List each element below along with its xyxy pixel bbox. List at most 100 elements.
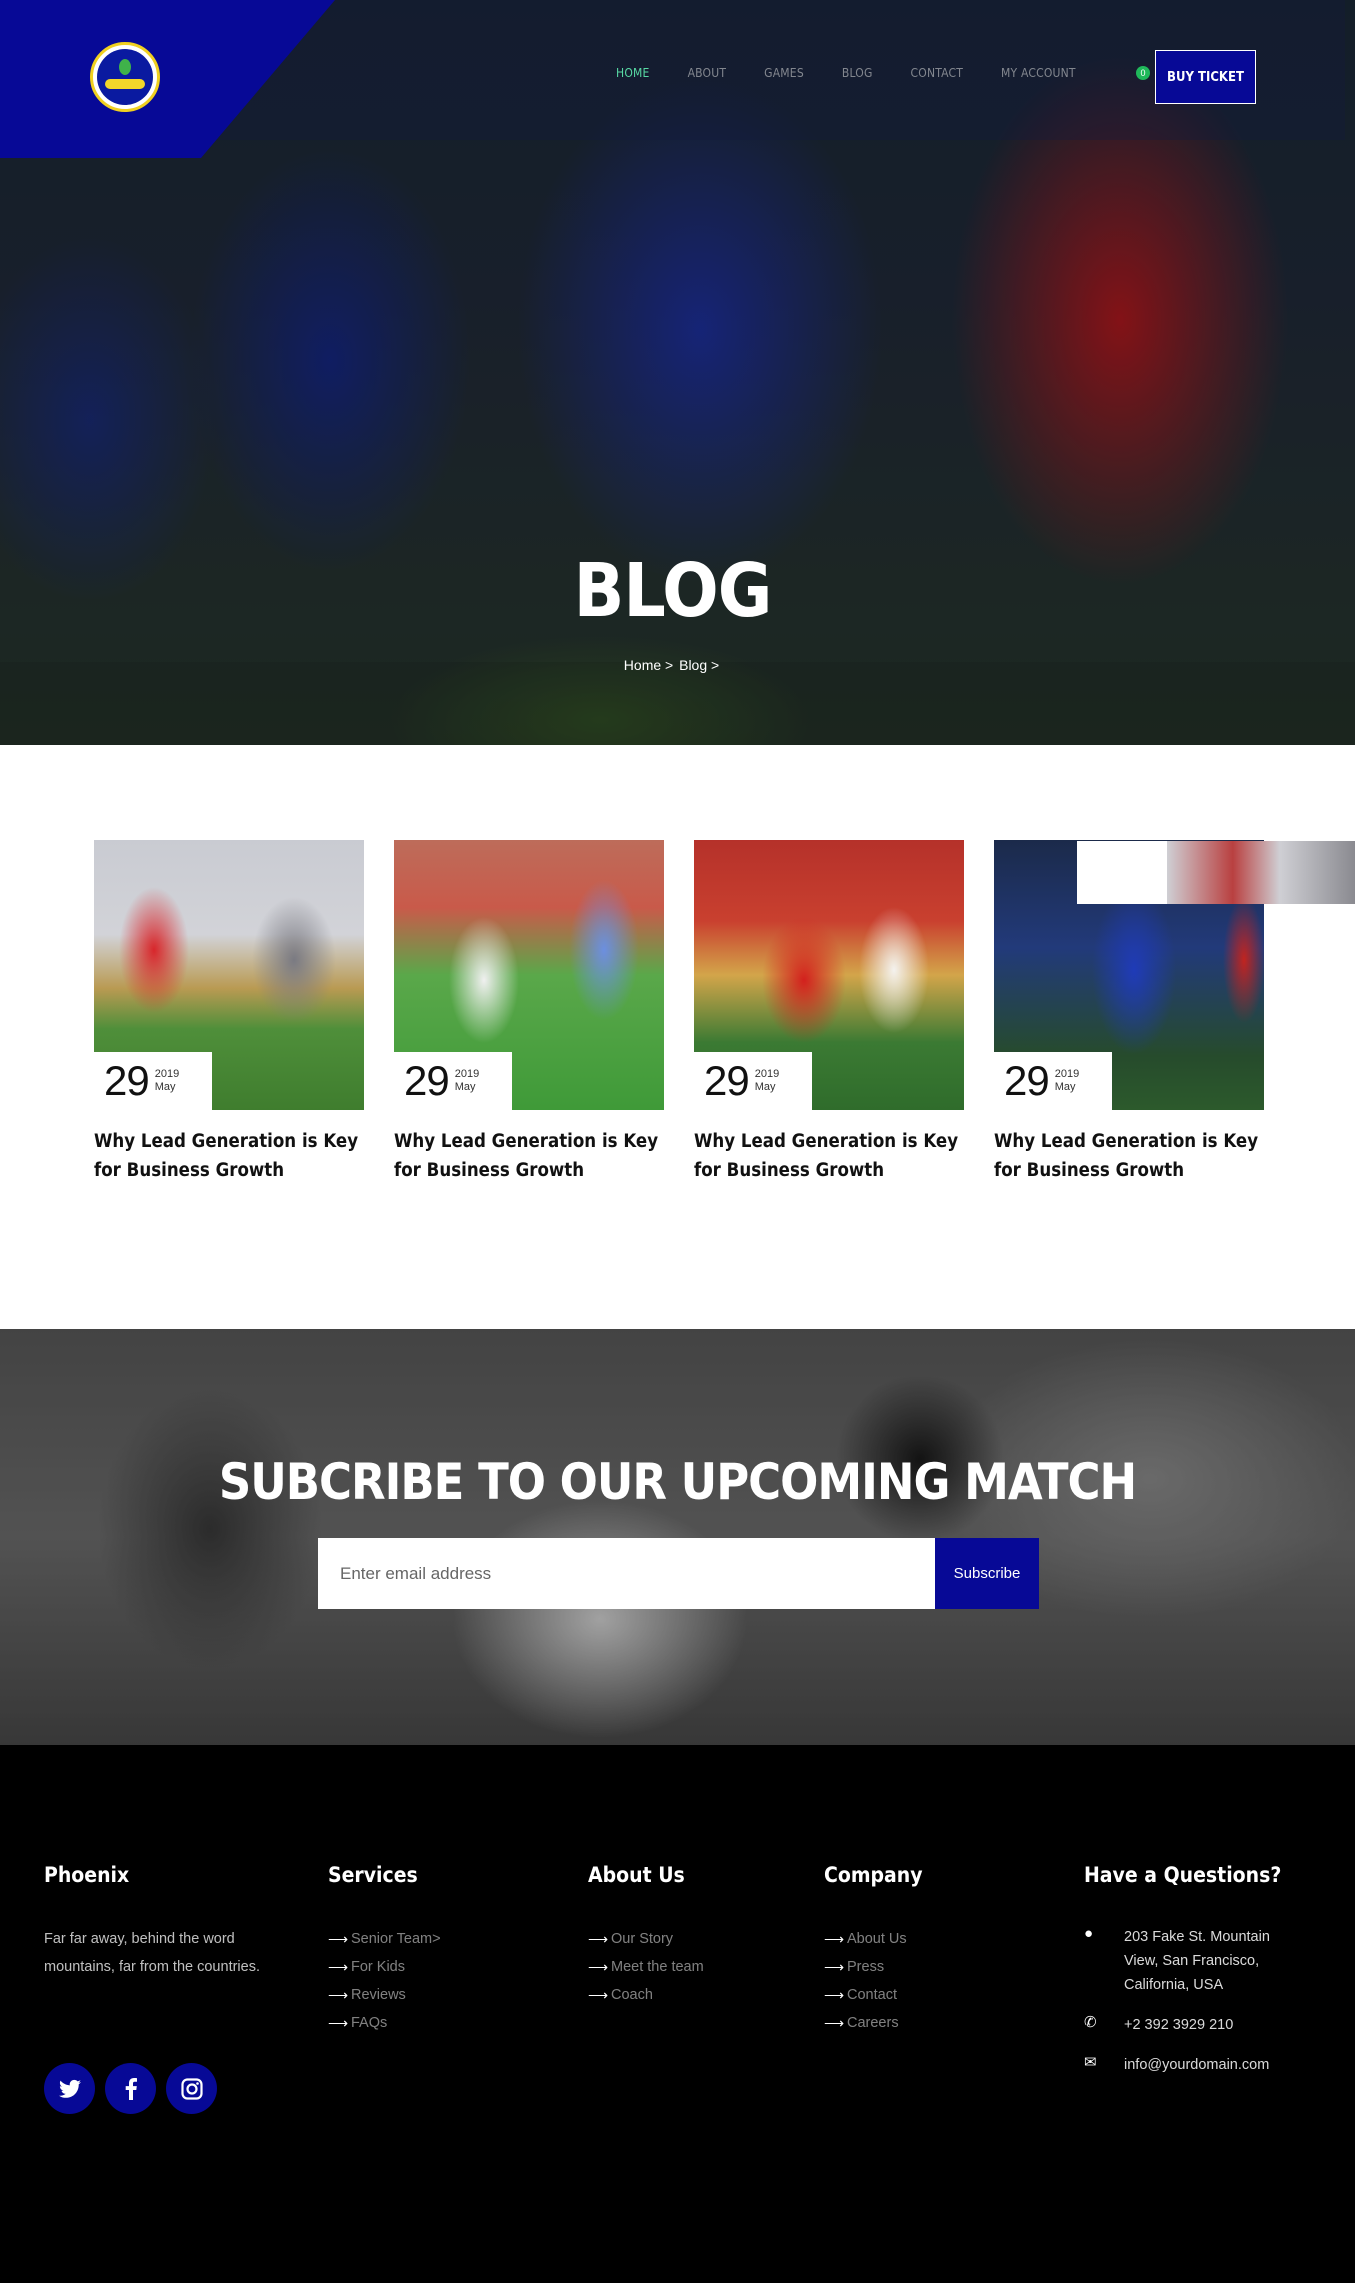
blog-card-image[interactable]: 29 2019 May — [694, 840, 964, 1110]
twitter-icon[interactable] — [44, 2063, 95, 2114]
email-text: info@yourdomain.com — [1124, 2057, 1270, 2073]
instagram-icon[interactable] — [166, 2063, 217, 2114]
logo-emblem — [97, 49, 153, 105]
footer-link-label: Reviews — [351, 1987, 406, 2003]
nav-home[interactable]: HOME — [616, 66, 650, 80]
phone-text: +2 392 3929 210 — [1124, 2017, 1234, 2033]
footer-link-label: Press — [847, 1959, 885, 1975]
hero-banner: HOME ABOUT GAMES BLOG CONTACT MY ACCOUNT… — [0, 0, 1355, 745]
footer-link-label: Coach — [611, 1987, 653, 2003]
contact-email[interactable]: ✉ info@yourdomain.com — [1084, 2053, 1294, 2077]
subscribe-button[interactable]: Subscribe — [935, 1538, 1039, 1609]
instagram-glyph — [180, 2077, 203, 2100]
footer-link-label: About Us — [847, 1931, 907, 1947]
footer-about-heading: About Us — [588, 1863, 685, 1887]
footer-company-column: Company ⟶ About Us ⟶ Press ⟶ Contact ⟶ Caree… — [824, 1863, 923, 2037]
footer-link-label: Contact — [847, 1987, 897, 2003]
footer-about-column: About Us ⟶ Our Story ⟶ Meet the team ⟶ Coac… — [588, 1863, 704, 2009]
nav-contact[interactable]: CONTACT — [911, 66, 963, 80]
footer-brand-description: Far far away, behind the word mountains,… — [44, 1931, 260, 1975]
date-year: 2019 — [154, 1067, 180, 1080]
blog-card-title[interactable]: Why Lead Generation is Key for Business … — [994, 1127, 1264, 1185]
breadcrumb-current: Blog > — [679, 657, 720, 673]
footer: Phoenix Far far away, behind the word mo… — [0, 1745, 1355, 2283]
subscribe-form: Subscribe — [318, 1538, 1039, 1609]
map-marker-icon: ● — [1084, 1925, 1094, 1942]
date-month: May — [154, 1081, 176, 1093]
date-day: 29 — [404, 1057, 450, 1104]
date-badge: 29 2019 May — [394, 1052, 512, 1110]
render-artifact — [1167, 841, 1355, 904]
hero-bottom-band — [0, 662, 1355, 745]
arrow-right-icon: ⟶ — [588, 1931, 609, 1947]
footer-company-heading: Company — [824, 1863, 923, 1887]
date-year: 2019 — [454, 1067, 480, 1080]
date-year: 2019 — [1054, 1067, 1080, 1080]
facebook-icon[interactable] — [105, 2063, 156, 2114]
date-day: 29 — [104, 1057, 150, 1104]
blog-card-image[interactable]: 29 2019 May — [394, 840, 664, 1110]
footer-link[interactable]: ⟶ Reviews — [328, 1981, 441, 2009]
arrow-right-icon: ⟶ — [824, 1931, 845, 1947]
render-artifact — [1265, 904, 1355, 960]
email-input[interactable] — [318, 1538, 935, 1609]
breadcrumb-home[interactable]: Home > — [624, 657, 673, 673]
render-artifact — [1077, 841, 1167, 904]
footer-services-heading: Services — [328, 1863, 418, 1887]
main-nav: HOME ABOUT GAMES BLOG CONTACT MY ACCOUNT — [616, 66, 1114, 80]
facebook-glyph — [125, 2077, 137, 2100]
blog-card-title[interactable]: Why Lead Generation is Key for Business … — [394, 1127, 664, 1185]
footer-link-label: FAQs — [351, 2015, 388, 2031]
contact-phone[interactable]: ✆ +2 392 3929 210 — [1084, 2013, 1294, 2037]
arrow-right-icon: ⟶ — [824, 1959, 845, 1975]
footer-link[interactable]: ⟶ FAQs — [328, 2009, 441, 2037]
footer-link-label: For Kids — [351, 1959, 405, 1975]
club-logo[interactable] — [90, 42, 160, 112]
envelope-icon: ✉ — [1084, 2054, 1097, 2071]
blog-card-title[interactable]: Why Lead Generation is Key for Business … — [94, 1127, 364, 1185]
date-badge: 29 2019 May — [94, 1052, 212, 1110]
address-text: 203 Fake St. Mountain View, San Francisc… — [1124, 1929, 1270, 1993]
twitter-glyph — [58, 2079, 81, 2098]
footer-link[interactable]: ⟶ Careers — [824, 2009, 923, 2037]
footer-questions-heading: Have a Questions? — [1084, 1863, 1282, 1887]
nav-blog[interactable]: BLOG — [842, 66, 873, 80]
date-day: 29 — [1004, 1057, 1050, 1104]
contact-address: ● 203 Fake St. Mountain View, San Franci… — [1084, 1925, 1294, 1997]
breadcrumb: Home > Blog > — [0, 657, 1345, 673]
arrow-right-icon: ⟶ — [328, 2015, 349, 2031]
date-month: May — [454, 1081, 476, 1093]
blog-card-image[interactable]: 29 2019 May — [94, 840, 364, 1110]
date-badge: 29 2019 May — [994, 1052, 1112, 1110]
nav-about[interactable]: ABOUT — [688, 66, 727, 80]
footer-link[interactable]: ⟶ About Us — [824, 1925, 923, 1953]
blog-card[interactable]: 29 2019 May Why Lead Generation is Key fo… — [394, 840, 664, 1185]
footer-link[interactable]: ⟶ Press — [824, 1953, 923, 1981]
arrow-right-icon: ⟶ — [824, 1987, 845, 2003]
date-month: May — [1054, 1081, 1076, 1093]
subscribe-section: SUBCRIBE TO OUR UPCOMING MATCH Subscribe — [0, 1329, 1355, 1745]
blog-card[interactable]: 29 2019 May Why Lead Generation is Key fo… — [94, 840, 364, 1185]
footer-link-label: Meet the team — [611, 1959, 704, 1975]
footer-link[interactable]: ⟶ Senior Team> — [328, 1925, 441, 1953]
subscribe-title: SUBCRIBE TO OUR UPCOMING MATCH — [218, 1453, 1137, 1511]
footer-link-label: Our Story — [611, 1931, 674, 1947]
nav-games[interactable]: GAMES — [764, 66, 804, 80]
date-year: 2019 — [754, 1067, 780, 1080]
footer-link-label: Careers — [847, 2015, 899, 2031]
blog-card-title[interactable]: Why Lead Generation is Key for Business … — [694, 1127, 964, 1185]
phone-icon: ✆ — [1084, 2014, 1097, 2031]
arrow-right-icon: ⟶ — [328, 1931, 349, 1947]
footer-link[interactable]: ⟶ Contact — [824, 1981, 923, 2009]
footer-link[interactable]: ⟶ Our Story — [588, 1925, 704, 1953]
buy-ticket-button[interactable]: BUY TICKET — [1155, 50, 1256, 104]
footer-link[interactable]: ⟶ For Kids — [328, 1953, 441, 1981]
arrow-right-icon: ⟶ — [328, 1959, 349, 1975]
footer-link[interactable]: ⟶ Coach — [588, 1981, 704, 2009]
cart-count-badge[interactable]: 0 — [1136, 66, 1150, 80]
footer-questions-column: Have a Questions? ● 203 Fake St. Mountai… — [1084, 1863, 1294, 2093]
nav-my-account[interactable]: MY ACCOUNT — [1001, 66, 1076, 80]
footer-link[interactable]: ⟶ Meet the team — [588, 1953, 704, 1981]
page-title: BLOG — [573, 548, 773, 634]
blog-card[interactable]: 29 2019 May Why Lead Generation is Key fo… — [694, 840, 964, 1185]
